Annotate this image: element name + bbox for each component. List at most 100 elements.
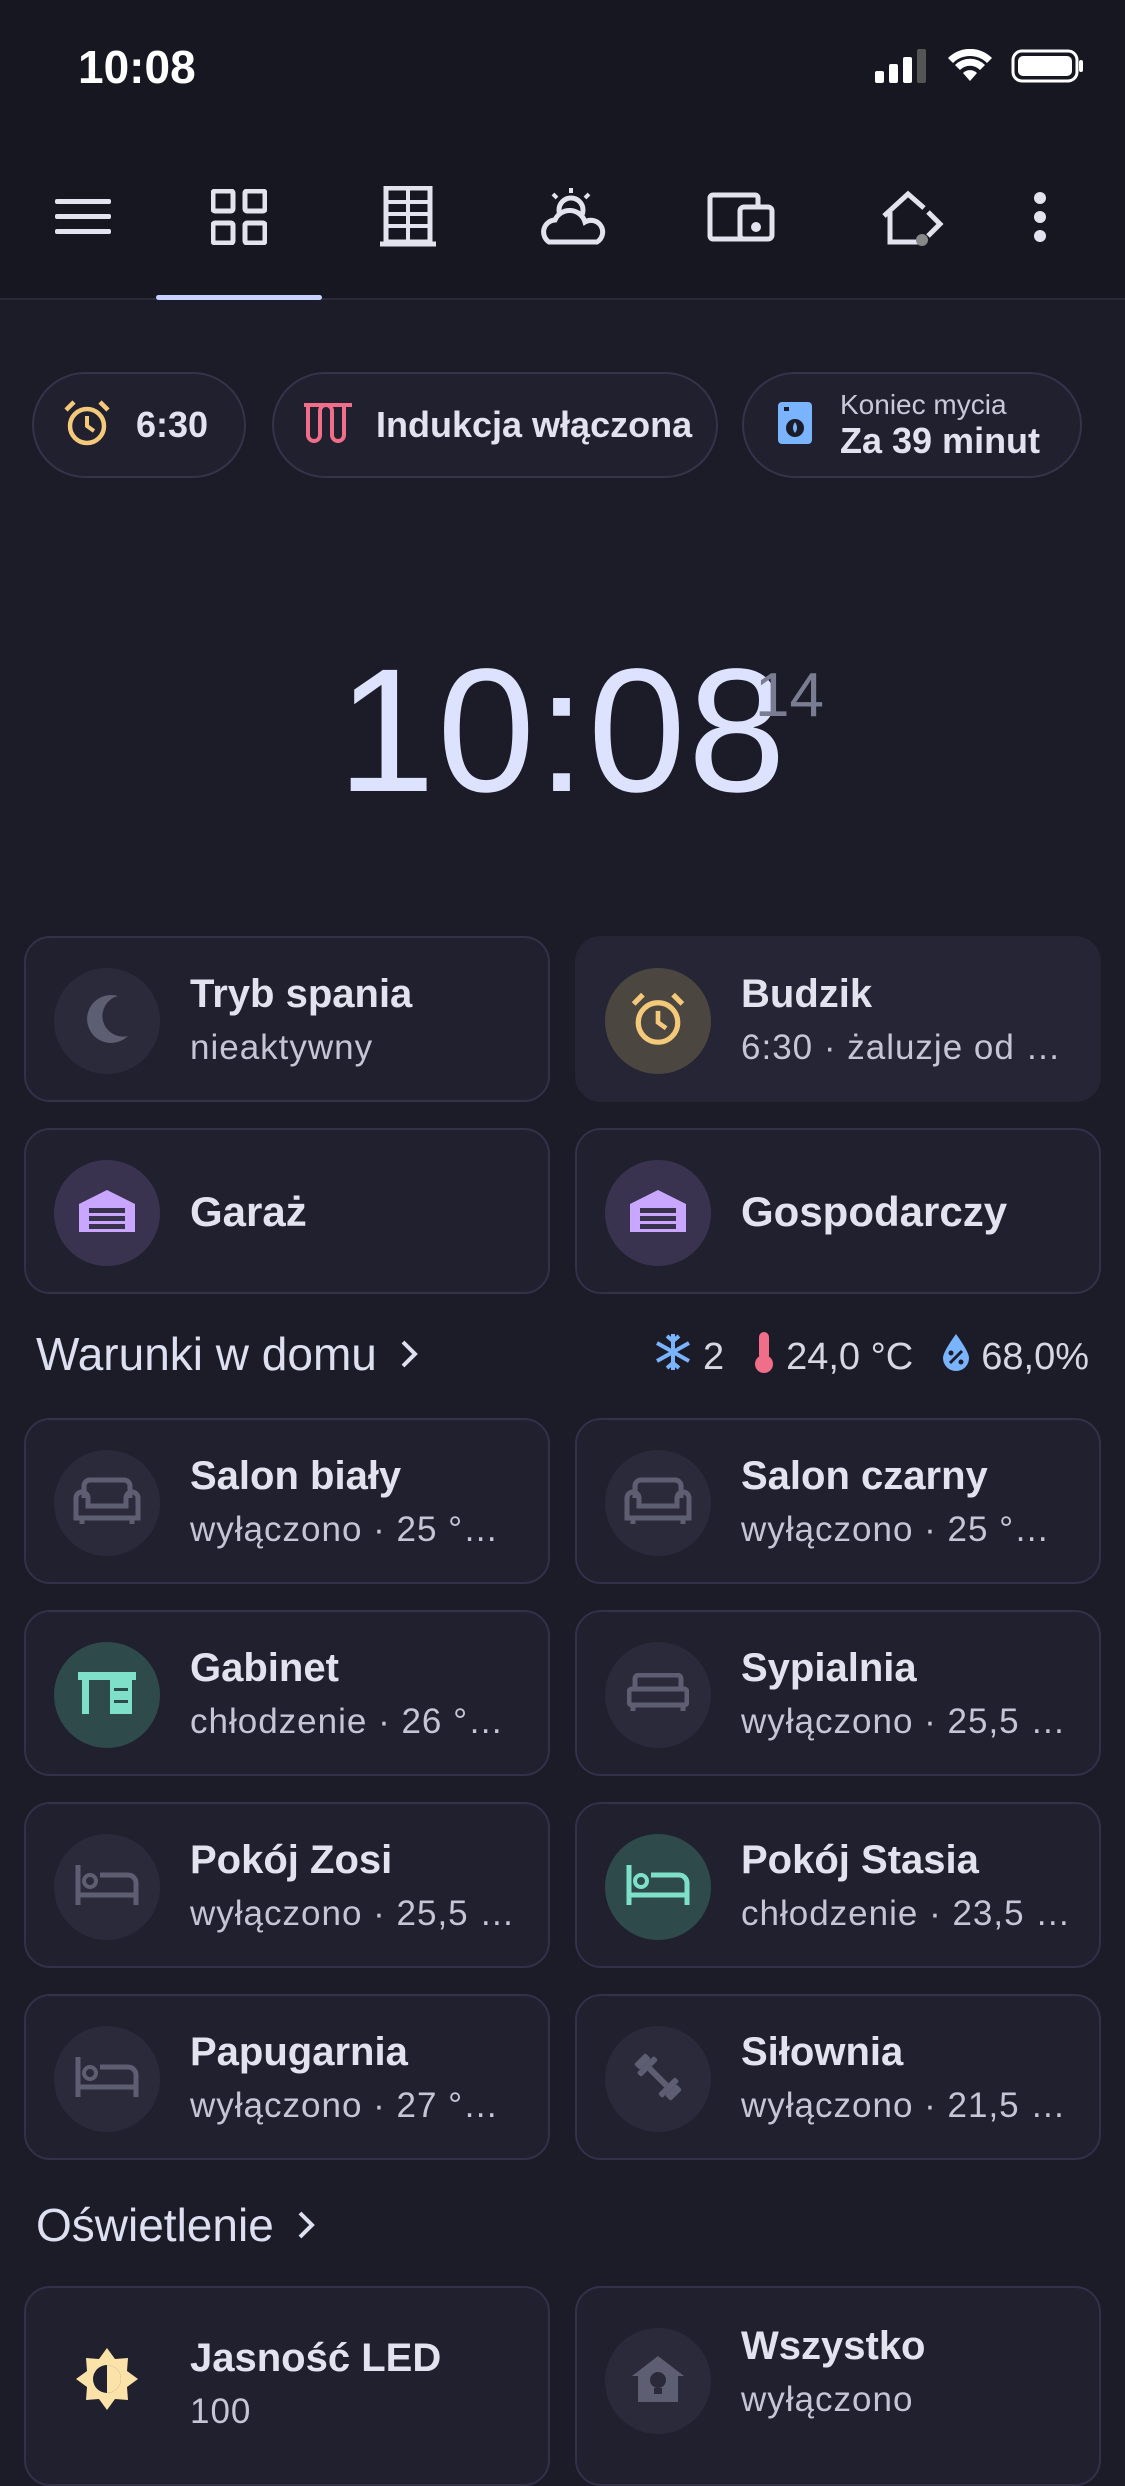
- tile-utility-room[interactable]: Gospodarczy: [575, 1128, 1101, 1294]
- chevron-right-icon: [399, 1327, 419, 1381]
- tile-subtitle: chłodzenie · 23,5 …: [741, 1894, 1072, 1933]
- tile-subtitle: wyłączono · 25 °…: [741, 1510, 1051, 1549]
- section-header-lighting[interactable]: Oświetlenie: [36, 2198, 316, 2252]
- tile-subtitle: wyłączono: [741, 2380, 914, 2419]
- dashboard-grid-icon: [210, 188, 268, 250]
- tile-title: Gospodarczy: [741, 1188, 1008, 1235]
- bed-icon: [74, 1863, 140, 1912]
- top-navigation: [0, 140, 1125, 300]
- tile-title: Papugarnia: [190, 2030, 408, 2074]
- tile-subtitle: wyłączono · 25 °…: [190, 1510, 500, 1549]
- tile-subtitle: 100: [190, 2392, 252, 2431]
- dumbbell-icon: [628, 2047, 688, 2112]
- tile-icon-circle: [54, 1642, 160, 1748]
- alarm-chip-label: 6:30: [136, 404, 209, 445]
- status-bar: 10:08: [0, 0, 1125, 140]
- induction-chip[interactable]: Indukcja włączona: [272, 372, 718, 478]
- dishwasher-icon: [776, 400, 814, 451]
- clock-time: 10:08: [337, 633, 788, 829]
- tile-subtitle: nieaktywny: [190, 1028, 374, 1067]
- tile-icon-circle: [605, 968, 711, 1074]
- tile-room-pokoj-stasia[interactable]: Pokój Stasia chłodzenie · 23,5 …: [575, 1802, 1101, 1968]
- tile-title: Tryb spania: [190, 972, 413, 1016]
- tile-room-salon-czarny[interactable]: Salon czarny wyłączono · 25 °…: [575, 1418, 1101, 1584]
- bed-double-icon: [626, 1672, 690, 1718]
- more-menu-button[interactable]: [1000, 140, 1080, 298]
- garage-icon: [628, 1188, 688, 1239]
- tile-subtitle: chłodzenie · 26 °…: [190, 1702, 505, 1741]
- section-title: Warunki w domu: [36, 1328, 377, 1380]
- chevron-right-icon: [296, 2198, 316, 2252]
- tile-sleep-mode[interactable]: Tryb spania nieaktywny: [24, 936, 550, 1102]
- dishwasher-chip[interactable]: Koniec mycia Za 39 minut: [742, 372, 1082, 478]
- tile-room-pokoj-zosi[interactable]: Pokój Zosi wyłączono · 25,5 …: [24, 1802, 550, 1968]
- tab-home-automation[interactable]: [830, 140, 996, 298]
- humidity-group: 68,0%: [941, 1332, 1089, 1382]
- brightness-icon: [74, 2346, 140, 2417]
- induction-chip-label: Indukcja włączona: [376, 404, 693, 445]
- tile-icon-circle: [605, 1160, 711, 1266]
- tile-title: Jasność LED: [190, 2336, 442, 2380]
- tile-title: Sypialnia: [741, 1646, 917, 1690]
- tab-weather[interactable]: [491, 140, 657, 298]
- bed-icon: [625, 1863, 691, 1912]
- tile-room-silownia[interactable]: Siłownia wyłączono · 21,5 …: [575, 1994, 1101, 2160]
- alarm-clock-icon: [62, 398, 112, 453]
- tab-dashboard[interactable]: [156, 140, 322, 300]
- tile-subtitle: wyłączono · 21,5 …: [741, 2086, 1067, 2125]
- conditions-summary: 2 24,0 °C 68,0%: [639, 1330, 1089, 1384]
- tile-icon-circle: [54, 2026, 160, 2132]
- tile-alarm[interactable]: Budzik 6:30 · żaluzje od …: [575, 936, 1101, 1102]
- induction-hob-icon: [302, 401, 354, 450]
- tile-title: Garaż: [190, 1188, 307, 1235]
- humidity-value: 68,0%: [981, 1335, 1089, 1378]
- home-lightbulb-icon: [630, 2354, 686, 2409]
- thermometer-icon: [752, 1330, 776, 1384]
- sofa-icon: [623, 1476, 693, 1531]
- tile-title: Gabinet: [190, 1646, 339, 1690]
- bed-icon: [74, 2055, 140, 2104]
- clock-display: 10:08 14: [0, 630, 1125, 832]
- sofa-icon: [72, 1476, 142, 1531]
- tile-icon-circle: [54, 968, 160, 1074]
- tile-room-salon-bialy[interactable]: Salon biały wyłączono · 25 °…: [24, 1418, 550, 1584]
- clock-seconds: 14: [755, 661, 824, 730]
- tile-icon-circle: [54, 2328, 160, 2434]
- section-title: Oświetlenie: [36, 2199, 274, 2251]
- tile-room-sypialnia[interactable]: Sypialnia wyłączono · 25,5 …: [575, 1610, 1101, 1776]
- desk-icon: [76, 1670, 138, 1721]
- snowflake-icon: [653, 1332, 693, 1382]
- tab-devices[interactable]: [658, 140, 824, 298]
- moon-icon: [82, 992, 132, 1051]
- tile-light-all[interactable]: Wszystko wyłączono: [575, 2286, 1101, 2486]
- tile-icon-circle: [605, 1450, 711, 1556]
- temperature-value: 24,0 °C: [786, 1335, 914, 1378]
- tile-icon-circle: [54, 1834, 160, 1940]
- tile-title: Siłownia: [741, 2030, 904, 2074]
- tile-icon-circle: [605, 1642, 711, 1748]
- tile-light-led-brightness[interactable]: Jasność LED 100: [24, 2286, 550, 2486]
- tile-garage[interactable]: Garaż: [24, 1128, 550, 1294]
- tile-subtitle: 6:30 · żaluzje od …: [741, 1028, 1062, 1067]
- tile-title: Salon biały: [190, 1454, 402, 1498]
- section-header-conditions[interactable]: Warunki w domu: [36, 1327, 419, 1381]
- wifi-icon: [947, 48, 993, 88]
- menu-button[interactable]: [0, 140, 166, 298]
- cellular-signal-icon: [875, 49, 929, 88]
- tile-subtitle: wyłączono · 25,5 …: [741, 1702, 1067, 1741]
- devices-icon: [706, 191, 776, 248]
- tile-room-papugarnia[interactable]: Papugarnia wyłączono · 27 °…: [24, 1994, 550, 2160]
- more-vert-icon: [1033, 191, 1047, 247]
- dishwasher-chip-label-big: Za 39 minut: [840, 419, 1041, 461]
- temperature-group: 24,0 °C: [752, 1330, 913, 1384]
- tile-title: Pokój Zosi: [190, 1838, 393, 1882]
- building-icon: [378, 185, 438, 253]
- tile-icon-circle: [54, 1160, 160, 1266]
- tile-room-gabinet[interactable]: Gabinet chłodzenie · 26 °…: [24, 1610, 550, 1776]
- tile-icon-circle: [605, 1834, 711, 1940]
- tab-building[interactable]: [325, 140, 491, 298]
- humidity-icon: [941, 1332, 971, 1382]
- garage-icon: [77, 1188, 137, 1239]
- tile-title: Wszystko: [741, 2324, 926, 2368]
- alarm-chip[interactable]: 6:30: [32, 372, 246, 478]
